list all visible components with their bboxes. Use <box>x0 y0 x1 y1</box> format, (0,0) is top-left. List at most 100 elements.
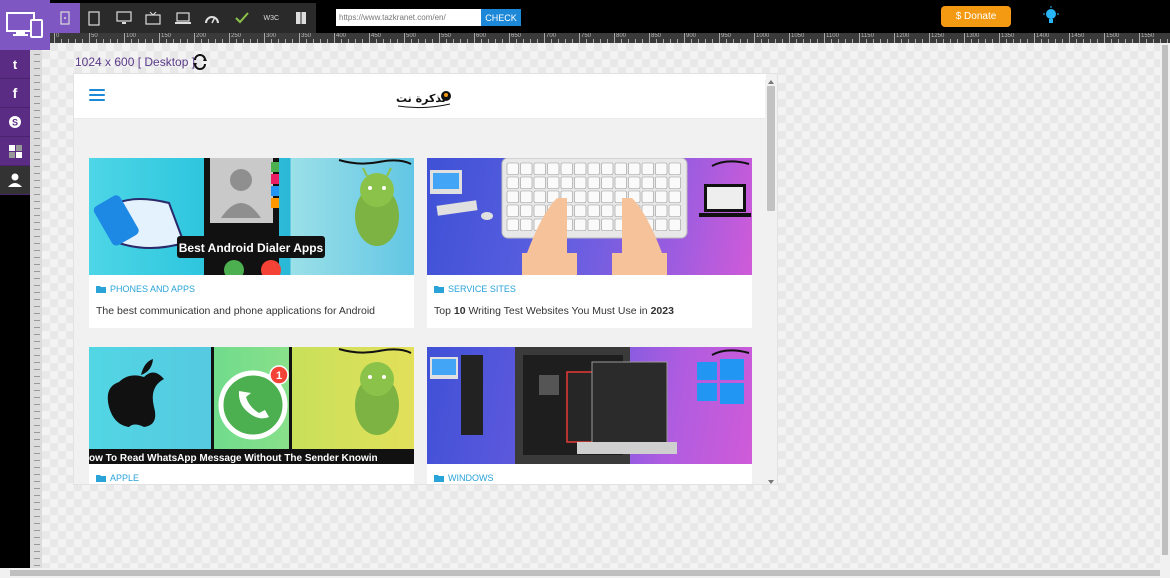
skype-icon[interactable]: S <box>0 108 30 137</box>
ruler-tick <box>34 537 40 538</box>
ruler-tick <box>34 320 40 321</box>
category-label[interactable]: SERVICE SITES <box>448 284 516 294</box>
ruler-tick <box>34 138 40 139</box>
ruler-tick <box>34 194 40 195</box>
scroll-thumb[interactable] <box>1162 45 1168 555</box>
ruler-tick <box>474 33 475 43</box>
tablet-landscape-icon[interactable] <box>80 3 110 33</box>
check-button[interactable]: CHECK <box>481 9 521 26</box>
desktop-icon[interactable] <box>109 3 139 33</box>
vertical-ruler <box>30 43 42 578</box>
svg-text:S: S <box>12 118 18 128</box>
keyboard-key <box>533 162 546 175</box>
keyboard-key <box>601 162 614 175</box>
ruler-tick <box>34 243 40 244</box>
ruler-tick <box>34 523 40 524</box>
scroll-thumb[interactable] <box>767 86 775 211</box>
article-thumbnail[interactable] <box>427 347 752 464</box>
article-card[interactable]: 1 ow To Read WhatsApp Message Without Th… <box>89 347 414 484</box>
facebook-icon[interactable]: f <box>0 79 30 108</box>
lightbulb-icon[interactable] <box>1040 5 1062 27</box>
validator-icon[interactable] <box>227 3 257 33</box>
article-title[interactable]: Top 10 Writing Test Websites You Must Us… <box>434 305 674 317</box>
article-title[interactable]: The best communication and phone applica… <box>96 305 375 317</box>
category-link[interactable]: APPLE <box>96 473 139 483</box>
category-link[interactable]: SERVICE SITES <box>434 284 516 294</box>
rotate-icon[interactable] <box>192 54 208 70</box>
article-thumbnail[interactable] <box>427 158 752 275</box>
scroll-up-arrow[interactable] <box>768 80 774 84</box>
category-link[interactable]: PHONES AND APPS <box>96 284 195 294</box>
article-thumbnail[interactable]: 1 ow To Read WhatsApp Message Without Th… <box>89 347 414 464</box>
twitter-icon[interactable]: t <box>0 50 30 79</box>
ruler-tick <box>964 33 965 43</box>
ruler-tick <box>649 33 650 43</box>
page-vertical-scrollbar[interactable] <box>1160 43 1170 568</box>
laptop-icon[interactable] <box>168 3 198 33</box>
website-preview-frame[interactable]: تذكرة نت Best Android Dialer Apps PHONES… <box>73 73 778 485</box>
site-header: تذكرة نت <box>74 74 766 119</box>
keyboard-key <box>601 190 614 203</box>
delicious-icon[interactable] <box>0 137 30 166</box>
ruler-tick <box>34 285 40 286</box>
ruler-tick <box>34 292 40 293</box>
ruler-tick <box>34 110 40 111</box>
ruler-tick <box>1104 33 1105 43</box>
category-label[interactable]: WINDOWS <box>448 473 494 483</box>
site-logo[interactable]: تذكرة نت <box>394 84 454 110</box>
ruler-tick <box>34 376 40 377</box>
keyboard-key <box>655 162 668 175</box>
ruler-tick <box>34 173 40 174</box>
scroll-thumb[interactable] <box>10 570 1160 576</box>
article-card[interactable]: SERVICE SITES Top 10 Writing Test Websit… <box>427 158 752 328</box>
article-card[interactable]: WINDOWS <box>427 347 752 484</box>
category-label[interactable]: APPLE <box>110 473 139 483</box>
ruler-tick <box>34 439 40 440</box>
keyboard-key <box>533 190 546 203</box>
donate-button[interactable]: $ Donate <box>941 6 1011 27</box>
article-thumbnail[interactable]: Best Android Dialer Apps <box>89 158 414 275</box>
ruler-tick <box>34 397 40 398</box>
ruler-tick <box>404 33 405 43</box>
category-label[interactable]: PHONES AND APPS <box>110 284 195 294</box>
tablet-portrait-icon[interactable] <box>50 3 80 33</box>
keyboard-key <box>520 176 533 189</box>
ruler-tick <box>34 159 40 160</box>
responsive-tester-logo[interactable] <box>0 0 50 50</box>
book-icon[interactable] <box>286 3 316 33</box>
keyboard-key <box>506 218 519 231</box>
article-card[interactable]: Best Android Dialer Apps PHONES AND APPS… <box>89 158 414 328</box>
keyboard-key <box>614 162 627 175</box>
ruler-label: 1150 <box>861 33 874 39</box>
profile-icon[interactable] <box>0 166 30 195</box>
w3c-icon[interactable]: W3C <box>257 3 287 33</box>
keyboard-key <box>587 190 600 203</box>
keyboard-key <box>520 218 533 231</box>
keyboard-key <box>574 162 587 175</box>
ruler-tick <box>509 33 510 43</box>
ruler-tick <box>34 495 40 496</box>
keyboard-key <box>601 204 614 217</box>
page-horizontal-scrollbar[interactable] <box>0 568 1170 578</box>
preview-scrollbar[interactable] <box>765 80 777 484</box>
scroll-down-arrow[interactable] <box>768 480 774 484</box>
keyboard-key <box>668 176 681 189</box>
ruler-tick <box>34 341 40 342</box>
notification-badge: 1 <box>276 370 282 382</box>
speed-icon[interactable] <box>198 3 228 33</box>
ruler-tick <box>34 446 40 447</box>
hamburger-menu-icon[interactable] <box>89 89 105 101</box>
category-link[interactable]: WINDOWS <box>434 473 494 483</box>
ruler-tick <box>1139 33 1140 43</box>
ruler-tick <box>1069 33 1070 43</box>
keyboard-key <box>574 204 587 217</box>
keyboard-key <box>587 176 600 189</box>
keyboard-key <box>547 176 560 189</box>
ruler-tick <box>34 334 40 335</box>
ruler-tick <box>159 33 160 43</box>
tv-icon[interactable] <box>139 3 169 33</box>
keyboard-key <box>560 162 573 175</box>
url-input[interactable] <box>336 9 481 26</box>
ruler-tick <box>34 180 40 181</box>
ruler-tick <box>34 152 40 153</box>
